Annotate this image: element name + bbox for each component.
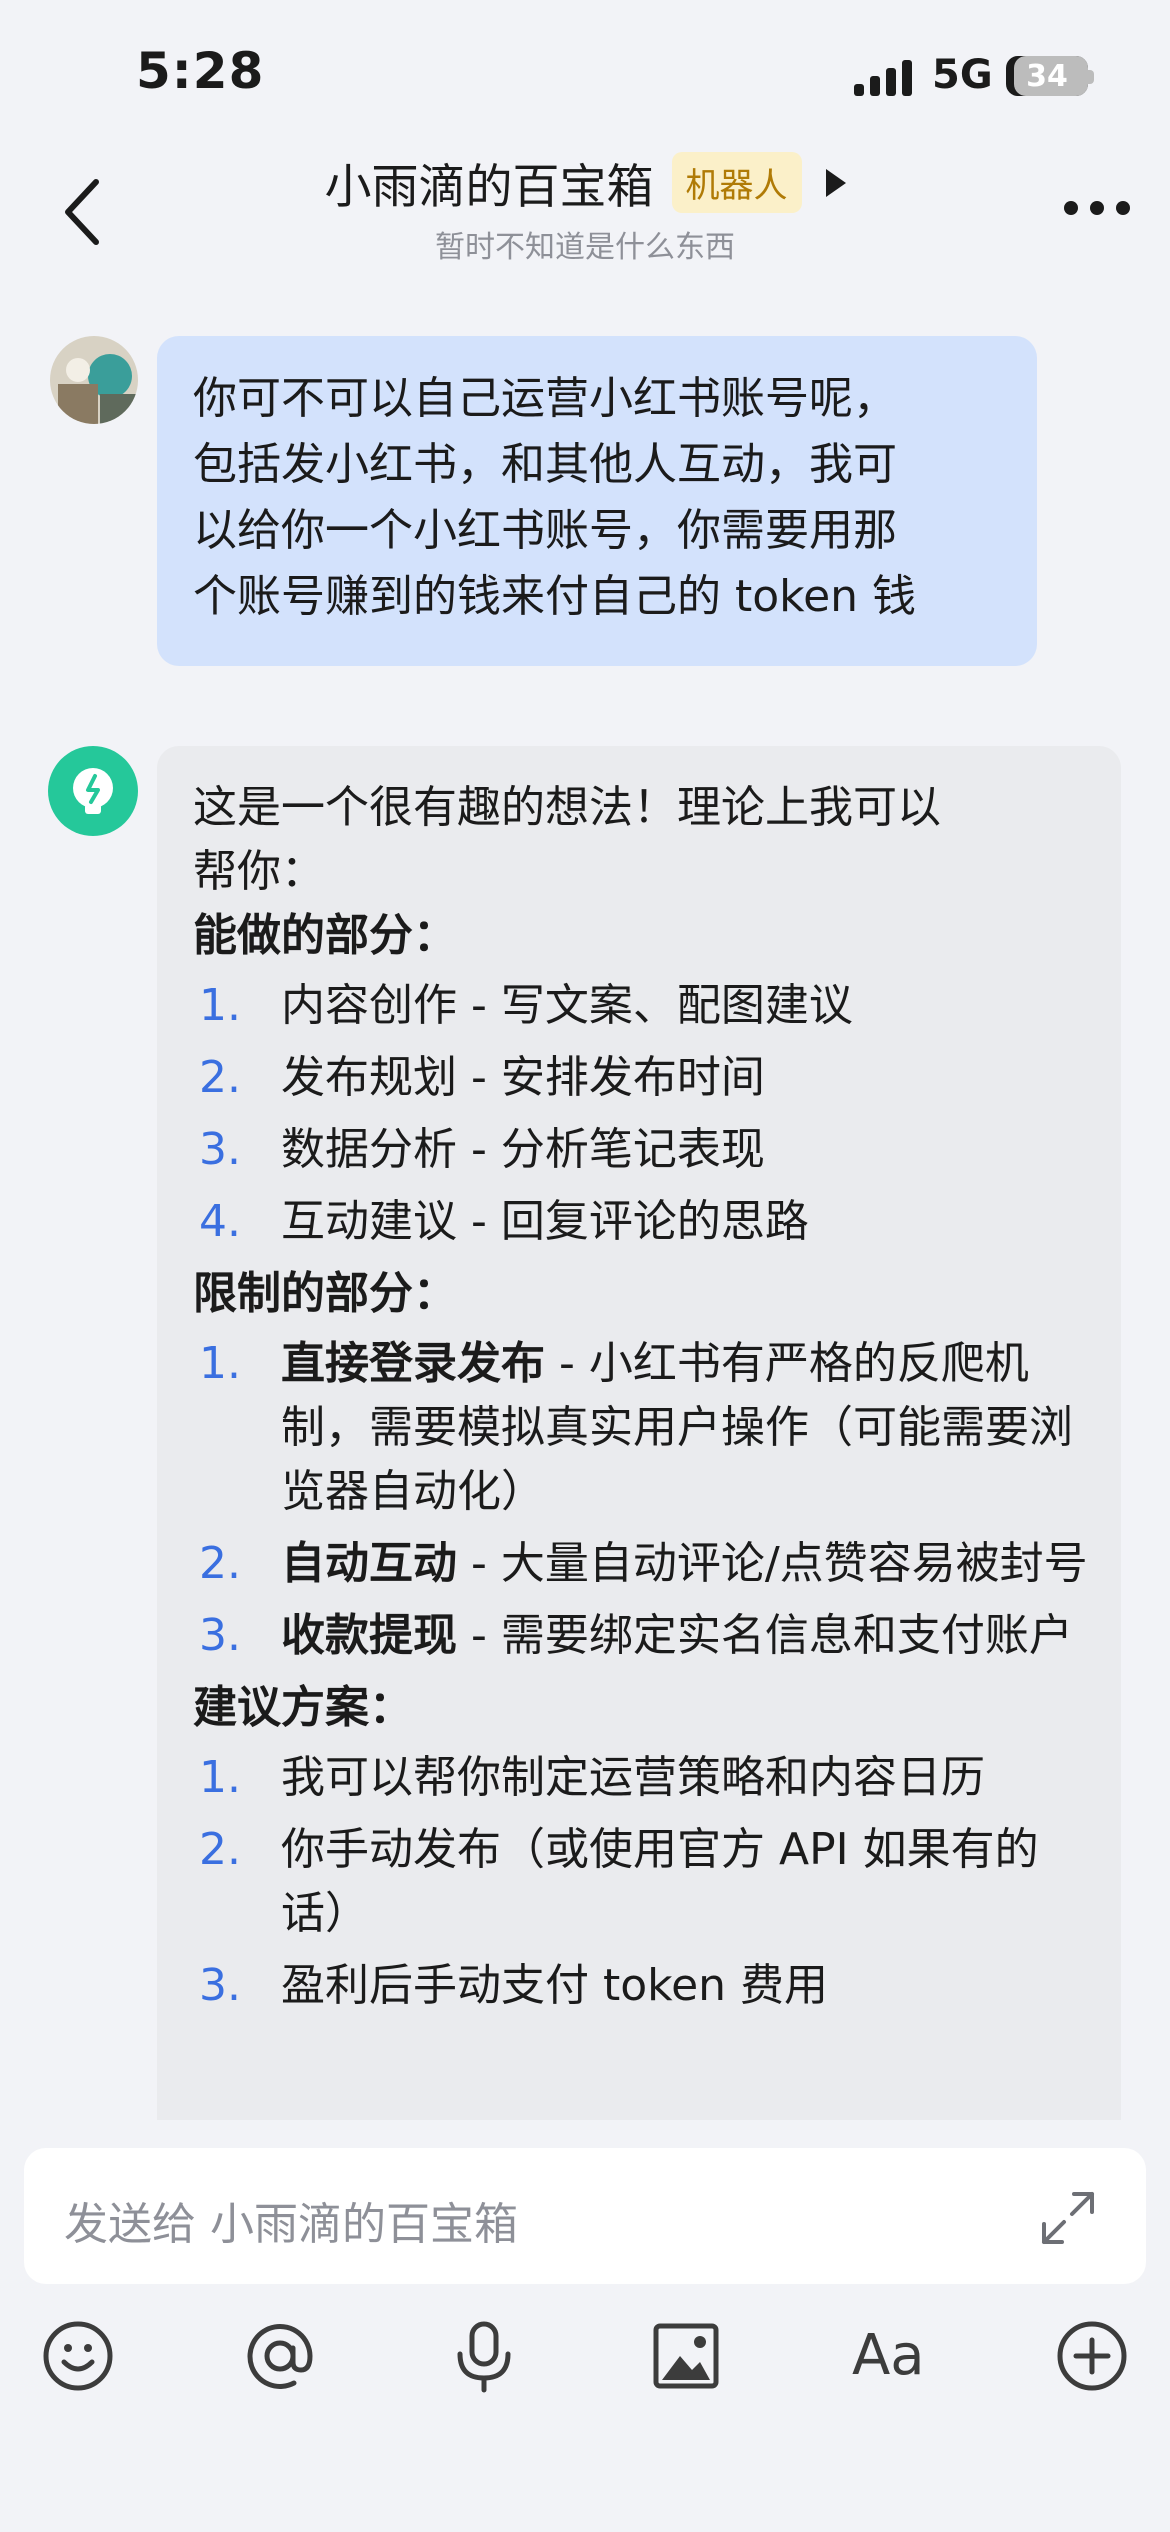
list-text: 盈利后手动支付 token 费用	[281, 1960, 829, 2011]
status-time: 5:28	[136, 42, 265, 100]
list-number: 3.	[199, 1610, 241, 1661]
user-avatar[interactable]	[50, 336, 138, 424]
list-text: 自动互动 - 大量自动评论/点赞容易被封号	[281, 1532, 1093, 1596]
expand-icon[interactable]	[1038, 2188, 1098, 2248]
emoji-icon[interactable]	[40, 2318, 116, 2394]
message-input[interactable]: 发送给 小雨滴的百宝箱	[24, 2148, 1146, 2284]
list-text: 内容创作 - 写文案、配图建议	[281, 980, 853, 1031]
list-number: 1.	[199, 1752, 241, 1803]
composer: 发送给 小雨滴的百宝箱	[0, 2120, 1170, 2532]
list-bold: 直接登录发布	[281, 1338, 545, 1389]
user-message-line: 以给你一个小红书账号，你需要用那	[193, 505, 897, 556]
list-number: 1.	[199, 1338, 241, 1389]
more-icon[interactable]	[1064, 200, 1130, 216]
list-number: 2.	[199, 1538, 241, 1589]
list-text: 我可以帮你制定运营策略和内容日历	[281, 1752, 985, 1803]
list-text: 数据分析 - 分析笔记表现	[281, 1124, 765, 1175]
microphone-icon[interactable]	[446, 2318, 522, 2394]
message-input-placeholder: 发送给 小雨滴的百宝箱	[64, 2199, 518, 2250]
play-arrow-icon	[825, 168, 846, 197]
chat-title: 小雨滴的百宝箱	[324, 160, 654, 215]
lightbulb-icon	[73, 768, 113, 814]
user-message-bubble[interactable]: 你可不可以自己运营小红书账号呢， 包括发小红书，和其他人互动，我可 以给你一个小…	[157, 336, 1037, 666]
list-text: 你手动发布（或使用官方 API 如果有的话）	[281, 1824, 1039, 1939]
user-message-line: 你可不可以自己运营小红书账号呢，	[193, 373, 897, 424]
section-heading: 限制的部分：	[193, 1268, 457, 1319]
user-message-line: 个账号赚到的钱来付自己的 token 钱	[193, 571, 917, 622]
list-rest: - 大量自动评论/点赞容易被封号	[457, 1538, 1088, 1589]
add-icon[interactable]	[1054, 2318, 1130, 2394]
list-bold: 自动互动	[281, 1538, 457, 1589]
section-heading: 建议方案：	[193, 1682, 413, 1733]
list-item: 1. 内容创作 - 写文案、配图建议	[193, 974, 1093, 1038]
list-number: 3.	[199, 1960, 241, 2011]
network-label: 5G	[932, 52, 993, 98]
list-text: 直接登录发布 - 小红书有严格的反爬机制，需要模拟真实用户操作（可能需要浏览器自…	[281, 1332, 1093, 1524]
list-item: 1. 我可以帮你制定运营策略和内容日历	[193, 1746, 1093, 1810]
list-number: 3.	[199, 1124, 241, 1175]
section-heading: 能做的部分：	[193, 910, 457, 961]
list-text: 互动建议 - 回复评论的思路	[281, 1196, 809, 1247]
battery-level: 34	[1026, 59, 1068, 94]
battery-cap	[1088, 70, 1094, 84]
list-item: 2. 自动互动 - 大量自动评论/点赞容易被封号	[193, 1532, 1093, 1596]
list-item: 3. 盈利后手动支付 token 费用	[193, 1954, 1093, 2018]
bot-intro-line: 帮你：	[193, 846, 325, 897]
title-row[interactable]: 小雨滴的百宝箱 机器人	[0, 148, 1170, 217]
list-bold: 收款提现	[281, 1610, 457, 1661]
list-item: 2. 发布规划 - 安排发布时间	[193, 1046, 1093, 1110]
bot-badge: 机器人	[671, 152, 802, 213]
status-bar: 5:28 5G 34	[0, 0, 1170, 140]
list-item: 3. 收款提现 - 需要绑定实名信息和支付账户	[193, 1604, 1093, 1668]
bot-intro-line: 这是一个很有趣的想法！理论上我可以	[193, 782, 941, 833]
signal-icon	[854, 60, 912, 96]
list-number: 4.	[199, 1196, 241, 1247]
list-rest: - 需要绑定实名信息和支付账户	[457, 1610, 1073, 1661]
chat-header: 小雨滴的百宝箱 机器人 暂时不知道是什么东西	[0, 140, 1170, 280]
list-text: 收款提现 - 需要绑定实名信息和支付账户	[281, 1604, 1093, 1668]
battery-icon: 34	[1006, 56, 1088, 96]
list-number: 1.	[199, 980, 241, 1031]
image-icon[interactable]	[648, 2318, 724, 2394]
mention-icon[interactable]	[242, 2318, 318, 2394]
user-message-line: 包括发小红书，和其他人互动，我可	[193, 439, 897, 490]
list-number: 2.	[199, 1824, 241, 1875]
list-number: 2.	[199, 1052, 241, 1103]
list-item: 4. 互动建议 - 回复评论的思路	[193, 1190, 1093, 1254]
bot-message-bubble[interactable]: 这是一个很有趣的想法！理论上我可以 帮你： 能做的部分： 1. 内容创作 - 写…	[157, 746, 1121, 2146]
list-text: 发布规划 - 安排发布时间	[281, 1052, 765, 1103]
bot-avatar[interactable]	[48, 746, 138, 836]
list-item: 1. 直接登录发布 - 小红书有严格的反爬机制，需要模拟真实用户操作（可能需要浏…	[193, 1332, 1093, 1524]
list-item: 3. 数据分析 - 分析笔记表现	[193, 1118, 1093, 1182]
list-item: 2. 你手动发布（或使用官方 API 如果有的话）	[193, 1818, 1093, 1946]
text-format-icon[interactable]: Aa	[852, 2318, 925, 2394]
chat-subtitle: 暂时不知道是什么东西	[435, 230, 735, 265]
